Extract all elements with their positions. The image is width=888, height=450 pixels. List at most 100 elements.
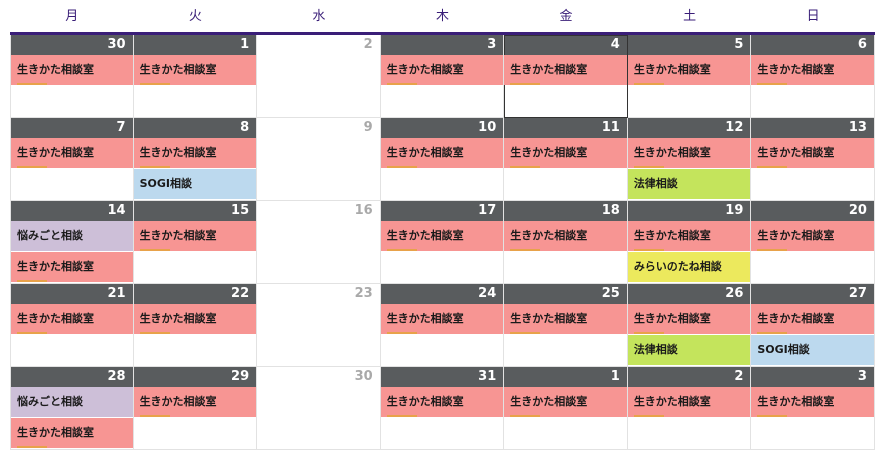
calendar-event[interactable]: 悩みごと相談 [11, 221, 133, 251]
calendar-event[interactable]: 生きかた相談室 [133, 304, 257, 334]
calendar-day[interactable]: 22 生きかた相談室 [133, 284, 258, 367]
event-slot: 法律相談 [627, 169, 751, 200]
event-slot [751, 169, 874, 200]
calendar-event[interactable]: 生きかた相談室 [504, 304, 627, 334]
calendar-event[interactable]: 生きかた相談室 [11, 304, 133, 334]
calendar-day[interactable]: 27 生きかた相談室 SOGI相談 [751, 284, 875, 367]
day-number: 13 [751, 118, 874, 138]
calendar-event[interactable]: 生きかた相談室 [133, 221, 257, 251]
calendar-day[interactable]: 12 生きかた相談室 法律相談 [627, 118, 752, 201]
calendar-day[interactable]: 25 生きかた相談室 [504, 284, 628, 367]
calendar-day[interactable]: 13 生きかた相談室 [751, 118, 875, 201]
calendar-event[interactable]: 法律相談 [627, 169, 751, 199]
event-slot [381, 169, 504, 200]
calendar-event[interactable]: SOGI相談 [133, 169, 257, 199]
calendar-event[interactable]: 生きかた相談室 [11, 138, 133, 168]
calendar-day[interactable]: 2 生きかた相談室 [627, 367, 752, 450]
calendar-day[interactable]: 31 生きかた相談室 [380, 367, 505, 450]
calendar-day[interactable]: 30 生きかた相談室 [10, 35, 134, 118]
event-slot: 生きかた相談室 [504, 55, 627, 86]
calendar-event[interactable]: 生きかた相談室 [504, 55, 627, 85]
event-slot: 生きかた相談室 [133, 221, 257, 252]
calendar-day[interactable]: 18 生きかた相談室 [504, 201, 628, 284]
calendar-day[interactable]: 17 生きかた相談室 [380, 201, 505, 284]
calendar-day[interactable]: 21 生きかた相談室 [10, 284, 134, 367]
calendar-event[interactable]: 生きかた相談室 [11, 252, 133, 282]
calendar-day[interactable]: 20 生きかた相談室 [751, 201, 875, 284]
calendar-day[interactable]: 10 生きかた相談室 [380, 118, 505, 201]
calendar-day[interactable]: 23 [257, 284, 381, 367]
event-slot: 悩みごと相談 [11, 221, 133, 252]
event-slot: 生きかた相談室 [11, 138, 133, 169]
day-number: 3 [380, 35, 504, 55]
calendar-event[interactable]: 生きかた相談室 [133, 138, 257, 168]
calendar-event[interactable]: 生きかた相談室 [504, 138, 627, 168]
calendar-day[interactable]: 3 生きかた相談室 [380, 35, 505, 118]
day-number: 27 [751, 284, 874, 304]
calendar-day[interactable]: 2 [257, 35, 381, 118]
event-slot [11, 169, 133, 200]
calendar-event[interactable]: 生きかた相談室 [627, 138, 751, 168]
calendar-day[interactable]: 28 悩みごと相談 生きかた相談室 [10, 367, 134, 450]
calendar-event[interactable]: 生きかた相談室 [627, 221, 751, 251]
event-slot: 悩みごと相談 [11, 387, 133, 418]
calendar-event[interactable]: 法律相談 [627, 335, 751, 365]
calendar-event[interactable]: 悩みごと相談 [11, 387, 133, 417]
event-slot [751, 252, 874, 283]
calendar-day[interactable]: 4 生きかた相談室 [504, 35, 628, 118]
calendar-event[interactable]: 生きかた相談室 [627, 55, 751, 85]
calendar-event[interactable]: 生きかた相談室 [751, 55, 874, 85]
event-slot: SOGI相談 [133, 169, 257, 200]
calendar-event[interactable]: 生きかた相談室 [380, 55, 504, 85]
calendar-event[interactable]: 生きかた相談室 [380, 304, 504, 334]
event-slot [134, 335, 257, 366]
calendar-day[interactable]: 3 生きかた相談室 [751, 367, 875, 450]
calendar-event[interactable]: 生きかた相談室 [751, 138, 874, 168]
calendar-event[interactable]: 生きかた相談室 [504, 221, 627, 251]
calendar-event[interactable]: 生きかた相談室 [380, 387, 504, 417]
day-number: 17 [380, 201, 504, 221]
calendar-day[interactable]: 5 生きかた相談室 [627, 35, 752, 118]
calendar-event[interactable]: 生きかた相談室 [627, 387, 751, 417]
event-slot: 生きかた相談室 [11, 418, 133, 449]
calendar-day[interactable]: 19 生きかた相談室 みらいのたね相談 [627, 201, 752, 284]
calendar-event[interactable]: 生きかた相談室 [627, 304, 751, 334]
calendar-day[interactable]: 11 生きかた相談室 [504, 118, 628, 201]
calendar-event[interactable]: 生きかた相談室 [380, 138, 504, 168]
calendar-event[interactable]: 生きかた相談室 [380, 221, 504, 251]
event-slot: 生きかた相談室 [380, 221, 504, 252]
event-slot: 生きかた相談室 [504, 221, 627, 252]
event-slot [381, 86, 504, 117]
calendar-event[interactable]: 生きかた相談室 [751, 387, 874, 417]
calendar-day[interactable]: 24 生きかた相談室 [380, 284, 505, 367]
calendar-day[interactable]: 16 [257, 201, 381, 284]
calendar-day[interactable]: 1 生きかた相談室 [504, 367, 628, 450]
event-slot [257, 335, 380, 366]
calendar-event[interactable]: みらいのたね相談 [627, 252, 751, 282]
calendar-day[interactable]: 9 [257, 118, 381, 201]
calendar-event[interactable]: 生きかた相談室 [11, 55, 133, 85]
calendar-event[interactable]: SOGI相談 [751, 335, 874, 365]
calendar-day[interactable]: 30 [257, 367, 381, 450]
calendar-event[interactable]: 生きかた相談室 [751, 221, 874, 251]
event-slot [751, 418, 874, 449]
calendar-day[interactable]: 1 生きかた相談室 [133, 35, 258, 118]
calendar-day[interactable]: 6 生きかた相談室 [751, 35, 875, 118]
calendar-event[interactable]: 生きかた相談室 [133, 55, 257, 85]
event-slot: 生きかた相談室 [751, 387, 874, 418]
calendar-day[interactable]: 7 生きかた相談室 [10, 118, 134, 201]
weekday-header: 月火水木金土日 [10, 0, 875, 35]
day-number: 15 [133, 201, 257, 221]
calendar-event[interactable]: 生きかた相談室 [751, 304, 874, 334]
day-number: 4 [504, 35, 627, 55]
calendar-day[interactable]: 15 生きかた相談室 [133, 201, 258, 284]
calendar-event[interactable]: 生きかた相談室 [133, 387, 257, 417]
calendar-day[interactable]: 14 悩みごと相談 生きかた相談室 [10, 201, 134, 284]
calendar-event[interactable]: 生きかた相談室 [504, 387, 627, 417]
weekday-label: 土 [683, 9, 697, 24]
calendar-day[interactable]: 29 生きかた相談室 [133, 367, 258, 450]
event-slot [257, 169, 380, 200]
calendar-day[interactable]: 8 生きかた相談室 SOGI相談 [133, 118, 258, 201]
calendar-day[interactable]: 26 生きかた相談室 法律相談 [627, 284, 752, 367]
calendar-event[interactable]: 生きかた相談室 [11, 418, 133, 448]
